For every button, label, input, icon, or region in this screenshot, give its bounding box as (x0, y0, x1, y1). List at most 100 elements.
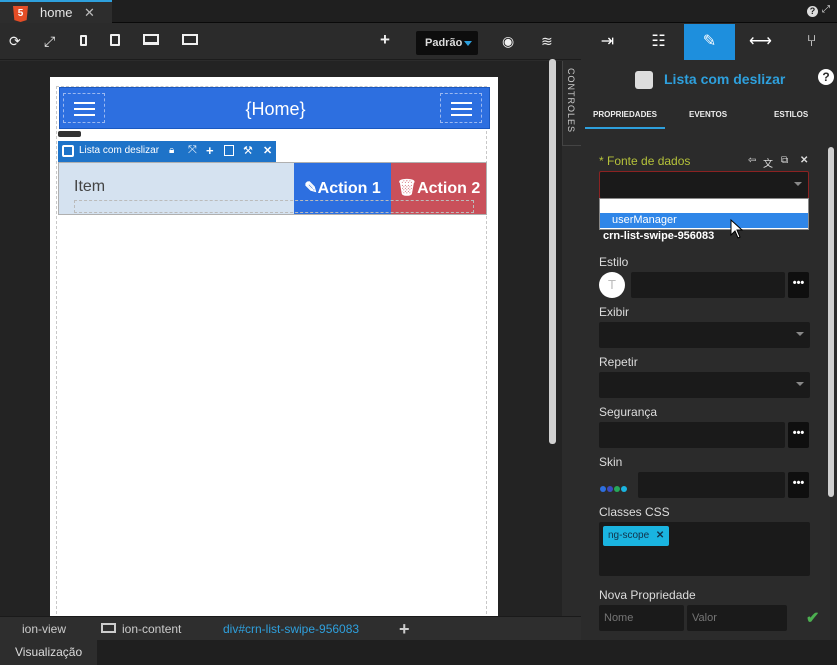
menu-right-icon[interactable] (440, 93, 482, 123)
repetir-select[interactable] (599, 372, 810, 398)
controls-label: CONTROLES (566, 68, 576, 134)
tab-home-label: home (40, 5, 73, 20)
skin-more-button[interactable]: ••• (788, 472, 809, 498)
skin-label: Skin (599, 455, 623, 469)
preview-icon[interactable]: ◉ (502, 33, 514, 50)
code-icon[interactable]: ⑂ (786, 24, 837, 60)
class-chip-label: ng-scope (608, 530, 650, 541)
fonte-dados-select[interactable] (599, 171, 809, 199)
breadcrumb-item-ion-view[interactable]: ion-view (22, 617, 66, 641)
fonte-dados-dropdown: userManager (599, 198, 809, 230)
exibir-select[interactable] (599, 322, 810, 348)
skin-swatches (600, 481, 628, 495)
panel-scrollbar[interactable] (828, 147, 834, 497)
data-icon[interactable]: ≋ (541, 33, 553, 50)
list-swipe-icon (62, 145, 74, 157)
right-toolbar: ⇥ ☷ ✎ ⟷ ⑂ (582, 24, 837, 60)
expand-icon[interactable]: ⤧ (188, 144, 197, 157)
mobile-icon[interactable] (80, 35, 87, 46)
fonte-label: * Fonte de dados (599, 154, 691, 168)
monitor-icon (101, 623, 116, 633)
tab-estilos[interactable]: ESTILOS (774, 110, 808, 119)
chevron-down-icon (464, 41, 472, 46)
class-chip: ng-scope ✕ (603, 526, 670, 546)
seguranca-field[interactable] (599, 422, 785, 448)
lock-icon[interactable]: 🔒︎ (169, 145, 174, 156)
valor-input[interactable] (687, 605, 787, 631)
canvas-toolbar: ⟳ ⤢ + Padrão ◉ ≋ (0, 24, 581, 60)
visualizacao-tab[interactable]: Visualização (0, 640, 97, 665)
page-title: {Home} (245, 99, 306, 119)
active-tab-indicator (585, 127, 665, 129)
help-icon[interactable]: ? (818, 69, 834, 85)
add-icon[interactable]: + (380, 30, 390, 50)
help-icon[interactable]: ? (807, 6, 818, 17)
back-arrow-icon[interactable]: ⇦ (748, 155, 756, 166)
import-icon[interactable]: ⇥ (582, 24, 633, 60)
chevron-down-icon (794, 182, 802, 186)
canvas-scrollbar[interactable] (549, 59, 556, 444)
panel-title: Lista com deslizar (664, 71, 786, 87)
row-outline (74, 200, 474, 213)
clear-icon[interactable]: ✕ (800, 155, 808, 166)
device-preset-select[interactable]: Padrão (416, 31, 478, 55)
app-header[interactable]: {Home} (59, 87, 490, 129)
phone-frame: {Home} Lista com deslizar 🔒︎ ⤧ + ⚒ ✕ Ite… (50, 77, 498, 619)
estilo-more-button[interactable]: ••• (788, 272, 809, 298)
tree-icon[interactable]: ☷ (633, 24, 684, 60)
selection-handle[interactable] (58, 131, 81, 137)
restore-icon[interactable]: ⤢ (822, 4, 830, 15)
monitor-icon[interactable] (182, 34, 198, 45)
breadcrumb-item-ion-content[interactable]: ion-content (122, 617, 181, 641)
pencil-icon: ✎ (304, 180, 318, 197)
repetir-label: Repetir (599, 355, 638, 369)
status-bar: Visualização (0, 640, 837, 665)
estilo-field[interactable] (631, 272, 785, 298)
nova-propriedade-label: Nova Propriedade (599, 588, 696, 602)
estilo-preview[interactable]: T (599, 272, 625, 298)
remove-icon[interactable]: ✕ (263, 144, 272, 157)
add-icon[interactable]: + (399, 617, 410, 641)
seguranca-label: Segurança (599, 405, 658, 419)
tab-propriedades[interactable]: PROPRIEDADES (593, 110, 657, 119)
nome-input[interactable] (599, 605, 684, 631)
tab-eventos[interactable]: EVENTOS (689, 110, 727, 119)
exibir-label: Exibir (599, 305, 630, 319)
magic-wand-icon[interactable]: ⚒ (243, 144, 253, 157)
estilo-label: Estilo (599, 255, 629, 269)
device-preset-label: Padrão (425, 37, 463, 49)
mouse-cursor-icon (730, 219, 744, 239)
breadcrumb-item-active[interactable]: div#crn-list-swipe-956083 (223, 617, 359, 641)
translate-icon[interactable]: 文 (763, 155, 773, 170)
tablet-icon[interactable] (110, 34, 120, 46)
refresh-icon[interactable]: ⟳ (9, 33, 21, 50)
action-1-label: Action 1 (317, 180, 381, 197)
remove-chip-icon[interactable]: ✕ (656, 530, 664, 541)
close-icon[interactable]: ✕ (84, 5, 95, 21)
external-link-icon[interactable]: ⧉ (781, 155, 788, 166)
component-id: crn-list-swipe-956083 (603, 230, 715, 242)
copy-icon[interactable] (224, 145, 234, 156)
tab-home[interactable]: 5 home ✕ (0, 0, 112, 23)
confirm-check-icon[interactable]: ✔ (806, 608, 819, 628)
action-2-label: Action 2 (417, 180, 481, 197)
skin-field[interactable] (638, 472, 785, 498)
selection-toolbar: Lista com deslizar 🔒︎ ⤧ + ⚒ ✕ (58, 141, 276, 162)
add-child-icon[interactable]: + (206, 143, 214, 158)
width-icon[interactable]: ⟷ (735, 24, 786, 60)
list-item-label: Item (74, 178, 106, 195)
chevron-down-icon (796, 332, 804, 336)
selection-label: Lista com deslizar (79, 145, 160, 156)
classes-css-label: Classes CSS (599, 505, 670, 519)
trash-icon: 🗑︎ (396, 180, 418, 197)
design-canvas: {Home} Lista com deslizar 🔒︎ ⤧ + ⚒ ✕ Ite… (0, 61, 562, 619)
breadcrumb: ion-view ion-content div#crn-list-swipe-… (0, 616, 581, 640)
fullscreen-icon[interactable]: ⤢ (44, 33, 55, 50)
classes-css-input[interactable]: ng-scope ✕ (599, 522, 810, 576)
desktop-icon[interactable] (143, 34, 159, 45)
html5-icon: 5 (13, 6, 28, 22)
chevron-down-icon (796, 382, 804, 386)
edit-properties-icon[interactable]: ✎ (684, 24, 735, 60)
seguranca-more-button[interactable]: ••• (788, 422, 809, 448)
dropdown-option[interactable]: userManager (600, 213, 808, 228)
